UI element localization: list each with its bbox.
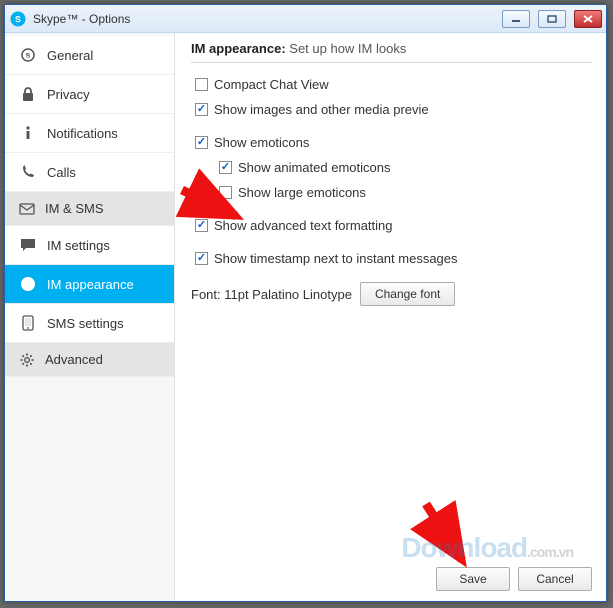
sidebar-section-advanced[interactable]: Advanced bbox=[5, 343, 174, 377]
option-label: Show emoticons bbox=[214, 135, 309, 150]
checkbox-advfmt[interactable] bbox=[195, 219, 208, 232]
option-large[interactable]: Show large emoticons bbox=[191, 185, 592, 200]
close-button[interactable] bbox=[574, 10, 602, 28]
sidebar-item-label: Privacy bbox=[47, 87, 90, 102]
checkbox-timestamp[interactable] bbox=[195, 252, 208, 265]
option-label: Show animated emoticons bbox=[238, 160, 390, 175]
speech-bubble-icon bbox=[19, 236, 37, 254]
mobile-icon bbox=[19, 314, 37, 332]
cancel-button[interactable]: Cancel bbox=[518, 567, 592, 591]
sidebar-item-imsettings[interactable]: IM settings bbox=[5, 226, 174, 265]
checkbox-compact[interactable] bbox=[195, 78, 208, 91]
options-window: Skype™ - Options General Privacy Notific… bbox=[4, 4, 607, 602]
sidebar-item-label: Calls bbox=[47, 165, 76, 180]
sidebar-item-general[interactable]: General bbox=[5, 36, 174, 75]
option-advfmt[interactable]: Show advanced text formatting bbox=[191, 218, 592, 233]
sidebar-item-label: SMS settings bbox=[47, 316, 124, 331]
sidebar-item-privacy[interactable]: Privacy bbox=[5, 75, 174, 114]
option-label: Show advanced text formatting bbox=[214, 218, 393, 233]
sidebar-item-label: Advanced bbox=[45, 352, 103, 367]
sidebar: General Privacy Notifications Calls IM &… bbox=[5, 33, 175, 601]
sidebar-item-label: IM & SMS bbox=[45, 201, 104, 216]
sidebar-section-imsms[interactable]: IM & SMS bbox=[5, 192, 174, 226]
option-emoticons[interactable]: Show emoticons bbox=[191, 135, 592, 150]
checkbox-animated[interactable] bbox=[219, 161, 232, 174]
window-body: General Privacy Notifications Calls IM &… bbox=[5, 33, 606, 601]
sidebar-item-label: IM appearance bbox=[47, 277, 134, 292]
checkbox-images[interactable] bbox=[195, 103, 208, 116]
sidebar-item-imappearance[interactable]: IM appearance bbox=[5, 265, 174, 304]
change-font-button[interactable]: Change font bbox=[360, 282, 455, 306]
sidebar-item-calls[interactable]: Calls bbox=[5, 153, 174, 192]
lock-icon bbox=[19, 85, 37, 103]
titlebar[interactable]: Skype™ - Options bbox=[5, 5, 606, 33]
save-button[interactable]: Save bbox=[436, 567, 510, 591]
footer: Save Cancel bbox=[436, 567, 592, 591]
sidebar-item-label: General bbox=[47, 48, 93, 63]
option-compact[interactable]: Compact Chat View bbox=[191, 77, 592, 92]
sidebar-item-label: IM settings bbox=[47, 238, 110, 253]
phone-icon bbox=[19, 163, 37, 181]
gear-icon bbox=[19, 351, 35, 369]
window-title: Skype™ - Options bbox=[33, 12, 130, 26]
panel-heading: IM appearance: Set up how IM looks bbox=[191, 41, 592, 56]
option-animated[interactable]: Show animated emoticons bbox=[191, 160, 592, 175]
checkbox-emoticons[interactable] bbox=[195, 136, 208, 149]
option-label: Show large emoticons bbox=[238, 185, 366, 200]
font-label: Font: 11pt Palatino Linotype bbox=[191, 287, 352, 302]
heading-strong: IM appearance: bbox=[191, 41, 286, 56]
maximize-button[interactable] bbox=[538, 10, 566, 28]
option-label: Show timestamp next to instant messages bbox=[214, 251, 458, 266]
smiley-icon bbox=[19, 275, 37, 293]
content-panel: IM appearance: Set up how IM looks Compa… bbox=[175, 33, 606, 601]
option-images[interactable]: Show images and other media previe bbox=[191, 102, 592, 117]
info-icon bbox=[19, 124, 37, 142]
option-timestamp[interactable]: Show timestamp next to instant messages bbox=[191, 251, 592, 266]
heading-rest: Set up how IM looks bbox=[286, 41, 407, 56]
sidebar-item-smssettings[interactable]: SMS settings bbox=[5, 304, 174, 343]
envelope-icon bbox=[19, 200, 35, 218]
option-label: Compact Chat View bbox=[214, 77, 329, 92]
option-label: Show images and other media previe bbox=[214, 102, 429, 117]
skype-icon bbox=[19, 46, 37, 64]
font-row: Font: 11pt Palatino Linotype Change font bbox=[191, 282, 592, 306]
sidebar-item-label: Notifications bbox=[47, 126, 118, 141]
checkbox-large[interactable] bbox=[219, 186, 232, 199]
minimize-button[interactable] bbox=[502, 10, 530, 28]
skype-logo-icon bbox=[9, 10, 27, 28]
sidebar-item-notifications[interactable]: Notifications bbox=[5, 114, 174, 153]
divider bbox=[191, 62, 592, 63]
